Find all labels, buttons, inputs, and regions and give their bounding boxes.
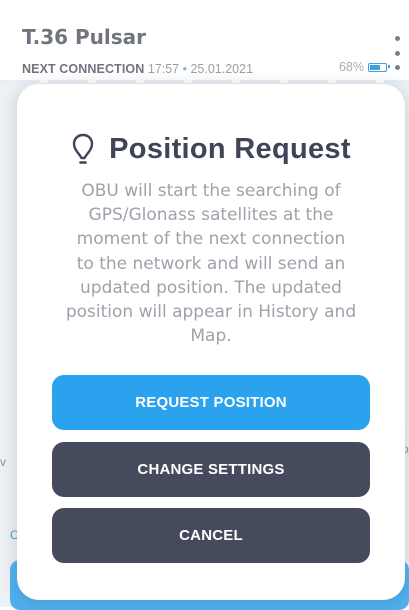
position-request-dialog: Position Request OBU will start the sear…: [17, 84, 405, 600]
cancel-button[interactable]: CANCEL: [52, 508, 370, 563]
device-title: T.36 Pulsar: [22, 25, 147, 49]
dialog-message: OBU will start the searching of GPS/Glon…: [49, 179, 373, 348]
next-connection-time: 17:57: [147, 62, 180, 76]
more-dot: [394, 36, 400, 41]
dialog-title: Position Request: [109, 133, 351, 165]
dialog-message-line: moment of the next connection: [76, 229, 346, 250]
more-options-icon[interactable]: [389, 36, 405, 70]
more-dot: [394, 65, 400, 70]
dialog-header: Position Request: [17, 130, 405, 168]
next-connection-info: NEXT CONNECTION 17:57 • 25.01.2021: [22, 61, 253, 77]
battery-status: 68%: [338, 60, 390, 74]
next-connection-label: NEXT CONNECTION: [22, 62, 145, 76]
next-connection-date: 25.01.2021: [190, 62, 254, 76]
dialog-message-line: updated position. The updated: [80, 277, 342, 298]
dialog-message-line: to the network and will send an: [76, 253, 346, 274]
dialog-message-line: OBU will start the searching of: [81, 181, 341, 201]
change-settings-button[interactable]: CHANGE SETTINGS: [52, 442, 370, 497]
location-pin-icon: [72, 133, 94, 164]
app-header: T.36 Pulsar NEXT CONNECTION 17:57 • 25.0…: [0, 0, 409, 83]
dialog-message-line: GPS/Glonass satellites at the: [88, 205, 334, 226]
request-position-button[interactable]: REQUEST POSITION: [52, 375, 370, 430]
battery-percent: 68%: [338, 60, 364, 74]
background-text-fragment: v: [0, 455, 6, 469]
battery-icon: [368, 62, 390, 72]
app-screen: T.36 Pulsar NEXT CONNECTION 17:57 • 25.0…: [0, 0, 409, 610]
separator-dot: •: [182, 62, 187, 76]
more-dot: [394, 50, 400, 56]
battery-fill: [370, 64, 380, 70]
dialog-message-line: position will appear in History and: [65, 302, 357, 323]
dialog-message-line: Map.: [190, 326, 232, 347]
